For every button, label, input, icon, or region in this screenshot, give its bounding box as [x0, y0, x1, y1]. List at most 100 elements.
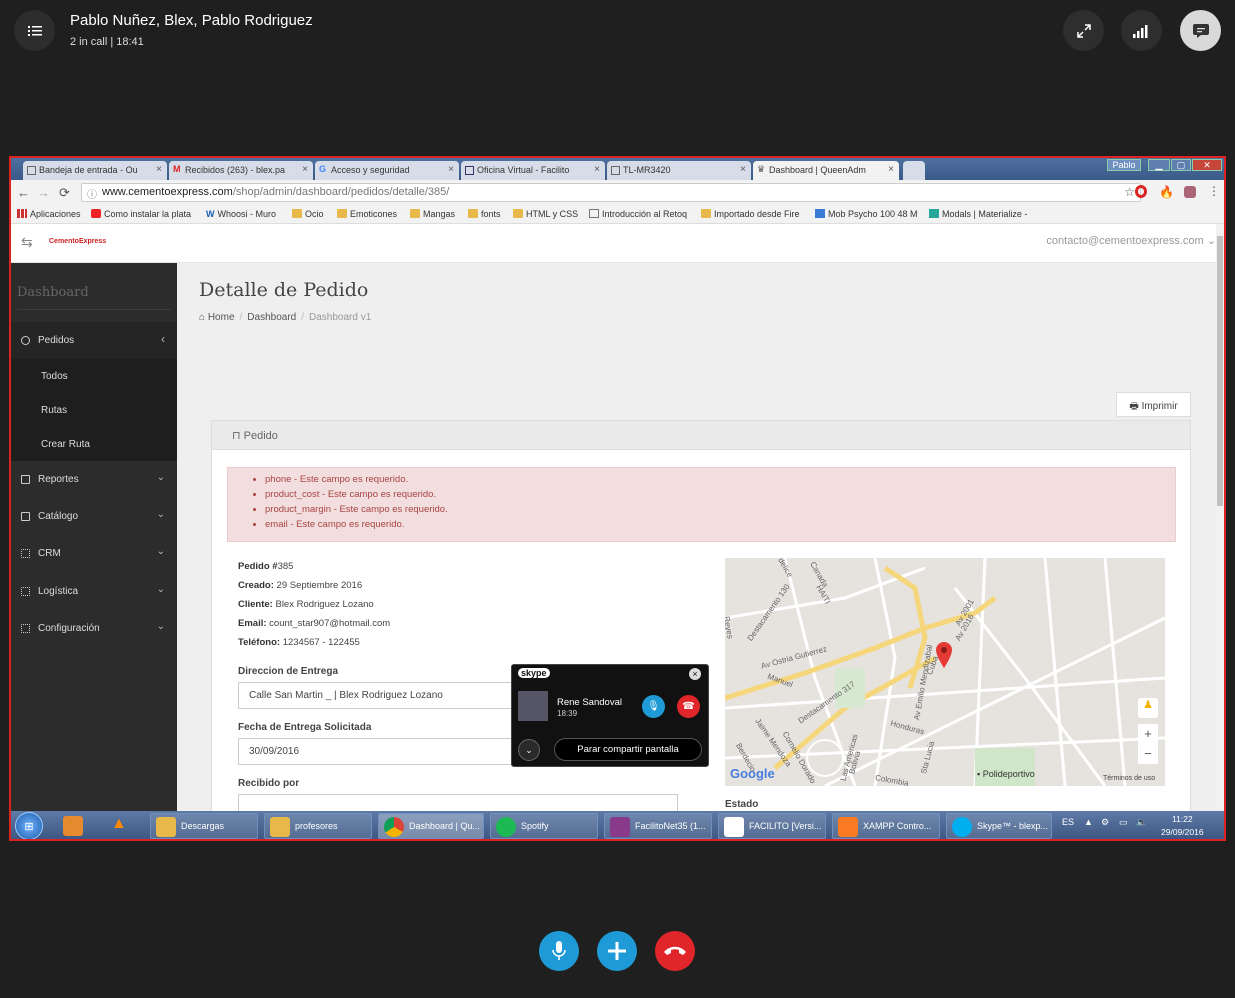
new-tab-button[interactable] [903, 161, 925, 180]
call-mute-button[interactable] [539, 931, 579, 971]
tab-dashboard[interactable]: ♛ Dashboard | QueenAdm × [753, 161, 899, 180]
minimize-button[interactable]: ▁ [1148, 159, 1170, 171]
close-icon[interactable]: × [156, 164, 162, 175]
network-icon[interactable]: ⚙ [1101, 817, 1109, 828]
maximize-button[interactable]: ▢ [1171, 159, 1191, 171]
hangup-button[interactable]: ☎ [677, 695, 700, 718]
bookmark-emoticones[interactable]: Emoticones [337, 209, 397, 219]
opera-icon[interactable] [1135, 185, 1147, 198]
call-quality-button[interactable] [1121, 10, 1162, 51]
taskbar-spotify[interactable]: Spotify [490, 813, 598, 839]
end-call-button[interactable] [655, 931, 695, 971]
zoom-controls[interactable]: + − [1138, 724, 1158, 764]
close-icon[interactable]: × [448, 164, 454, 175]
close-icon[interactable]: × [302, 164, 308, 175]
breadcrumb-home[interactable]: Home [208, 312, 235, 323]
sidebar-item-catalogo[interactable]: Catálogo ⌄ [11, 498, 177, 535]
bookmark-mangas[interactable]: Mangas [410, 209, 455, 219]
bag-icon: ⊓ [232, 430, 241, 442]
taskbar-skype[interactable]: Skype™ - blexp... [946, 813, 1052, 839]
tab-router[interactable]: TL-MR3420 × [607, 161, 751, 180]
bookmark-fonts[interactable]: fonts [468, 209, 501, 219]
fullscreen-button[interactable] [1063, 10, 1104, 51]
taskbar-chrome[interactable]: Dashboard | Qu... [378, 813, 484, 839]
forward-icon[interactable]: → [37, 185, 50, 200]
account-menu[interactable]: contacto@cementoexpress.com ⌄ [1046, 234, 1216, 247]
close-icon[interactable]: × [689, 668, 701, 680]
monitor-icon[interactable]: ▭ [1119, 817, 1128, 828]
url-input[interactable]: ⓘ www.cementoexpress.com/shop/admin/dash… [81, 183, 1141, 202]
taskbar-descargas[interactable]: Descargas [150, 813, 258, 839]
delivery-map[interactable]: Av Ostria Gutierrez Destacamento 317 Des… [725, 558, 1165, 786]
bookmark-apps[interactable]: Aplicaciones [17, 209, 81, 219]
stop-sharing-button[interactable]: Parar compartir pantalla [554, 738, 702, 761]
bookmark-mob-psycho[interactable]: Mob Psycho 100 48 M [815, 209, 918, 219]
bookmark-html-css[interactable]: HTML y CSS [513, 209, 578, 219]
clock-icon [21, 336, 30, 345]
folder-icon [410, 209, 420, 218]
profile-badge[interactable]: Pablo [1107, 159, 1141, 171]
taskbar-xampp[interactable]: XAMPP Contro... [832, 813, 940, 839]
add-participant-button[interactable] [597, 931, 637, 971]
sidebar-subitem-todos[interactable]: Todos [11, 359, 177, 393]
language-indicator[interactable]: ES [1062, 817, 1074, 827]
kebab-menu-icon[interactable]: ⋮ [1208, 184, 1220, 198]
swap-icon[interactable]: ⇆ [21, 234, 33, 251]
close-icon[interactable]: × [594, 164, 600, 175]
star-icon[interactable]: ☆ [1124, 185, 1135, 199]
folder-icon [270, 817, 290, 837]
clock-time[interactable]: 11:22 [1172, 814, 1193, 824]
sidebar-subitem-label: Rutas [41, 404, 68, 416]
sidebar-item-crm[interactable]: CRM ⌄ [11, 535, 177, 572]
volume-icon[interactable]: 🔈 [1136, 817, 1147, 828]
vlc-icon[interactable]: ▲ [111, 815, 127, 833]
pegman-icon[interactable]: ♟ [1138, 698, 1158, 718]
chevron-down-icon[interactable]: ⌄ [518, 739, 540, 761]
bookmark-firefox[interactable]: Importado desde Fire [701, 209, 800, 219]
sidebar-item-reportes[interactable]: Reportes ⌄ [11, 461, 177, 498]
zoom-in-button[interactable]: + [1138, 724, 1158, 744]
bookmark-ocio[interactable]: Ocio [292, 209, 324, 219]
close-icon[interactable]: × [740, 164, 746, 175]
bookmark-youtube[interactable]: Como instalar la plata [91, 209, 191, 219]
brand-logo[interactable]: CementoExpress [49, 238, 106, 245]
close-window-button[interactable]: ✕ [1192, 159, 1222, 171]
taskbar-winrar[interactable]: FacilitoNet35 (1... [604, 813, 712, 839]
sidebar-item-pedidos[interactable]: Pedidos ‹ [11, 322, 177, 359]
clock-date[interactable]: 29/09/2016 [1161, 827, 1204, 837]
bookmark-retoque[interactable]: Introducción al Retoq [589, 209, 687, 219]
sidebar-item-configuracion[interactable]: Configuración ⌄ [11, 610, 177, 647]
close-icon[interactable]: × [888, 164, 894, 175]
address-label: Direccion de Entrega [238, 666, 339, 677]
zoom-out-button[interactable]: − [1138, 744, 1158, 764]
chat-button[interactable] [1180, 10, 1221, 51]
show-hidden-icons[interactable]: ▲ [1084, 817, 1093, 827]
back-icon[interactable]: ← [17, 185, 30, 200]
tab-security[interactable]: G Acceso y seguridad × [315, 161, 459, 180]
mute-button[interactable]: 🎙 [642, 695, 665, 718]
sidebar-subitem-rutas[interactable]: Rutas [11, 393, 177, 427]
tab-gmail[interactable]: M Recibidos (263) - blex.pa × [169, 161, 313, 180]
reload-icon[interactable]: ⟳ [59, 185, 70, 201]
tab-facilito[interactable]: Oficina Virtual - Facilito × [461, 161, 605, 180]
bookmark-whoosi[interactable]: W Whoosi - Muro [206, 209, 276, 219]
page-scrollbar[interactable] [1216, 224, 1224, 811]
sidebar-item-logistica[interactable]: Logística ⌄ [11, 573, 177, 610]
tab-outlook[interactable]: Bandeja de entrada - Ou × [23, 161, 167, 180]
map-pin-icon [936, 642, 952, 668]
print-button[interactable]: 🖶 Imprimir [1116, 392, 1191, 417]
taskbar-facilito[interactable]: FACILITO [Versi... [718, 813, 826, 839]
map-terms-link[interactable]: Términos de uso [1103, 775, 1155, 782]
media-player-icon[interactable] [63, 816, 83, 836]
page-icon [27, 166, 36, 175]
extension-icon[interactable] [1184, 186, 1196, 198]
start-button[interactable]: ⊞ [15, 812, 43, 839]
grid-icon [21, 587, 30, 596]
bookmark-materialize[interactable]: Modals | Materialize - [929, 209, 1027, 219]
breadcrumb-dashboard[interactable]: Dashboard [247, 312, 296, 323]
call-menu-button[interactable] [14, 10, 55, 51]
fire-icon[interactable]: 🔥 [1159, 185, 1174, 199]
taskbar-profesores[interactable]: profesores [264, 813, 372, 839]
google-icon: G [319, 164, 327, 174]
sidebar-subitem-crear-ruta[interactable]: Crear Ruta [11, 427, 177, 461]
